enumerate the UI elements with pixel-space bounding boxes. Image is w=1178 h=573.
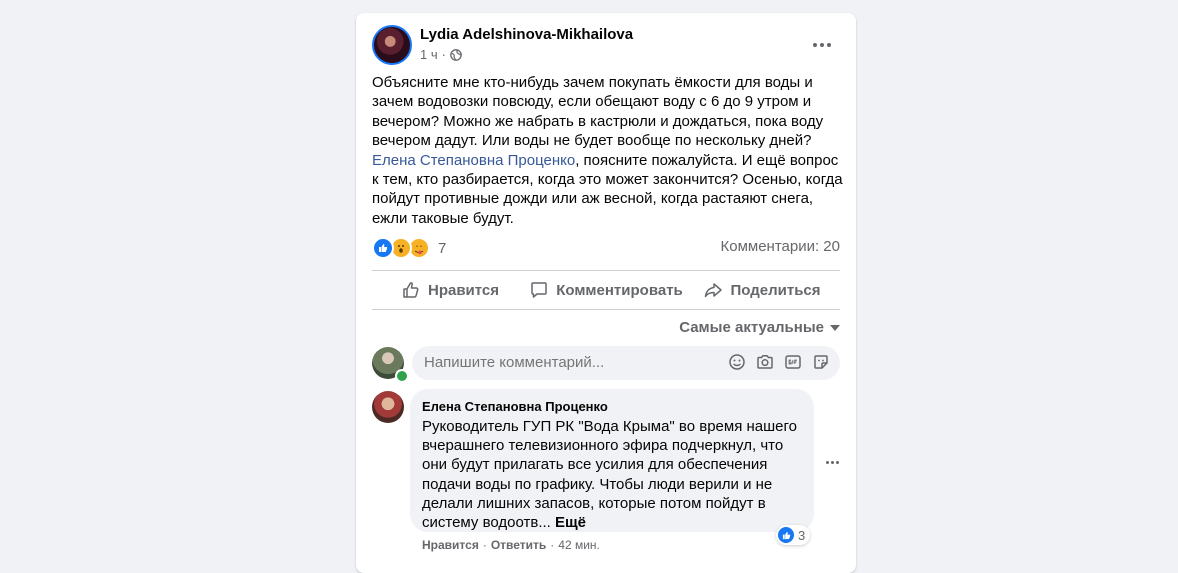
composer-tools <box>728 353 830 371</box>
sticker-icon[interactable] <box>812 353 830 371</box>
comments-count-link[interactable]: Комментарии: 20 <box>721 238 841 255</box>
dot <box>836 460 839 464</box>
reaction-count: 7 <box>438 239 447 257</box>
separator-dot: · <box>441 47 446 62</box>
comment-like-link[interactable]: Нравится <box>422 538 479 552</box>
separator-dot: · <box>550 538 555 552</box>
comment-sort-dropdown[interactable]: Самые актуальные <box>679 319 840 336</box>
divider <box>372 270 840 271</box>
mention-link[interactable]: Елена Степановна Проценко <box>372 152 575 169</box>
comment-more-icon[interactable] <box>826 458 846 466</box>
online-status-indicator <box>395 369 409 383</box>
comment-author-name[interactable]: Елена Степановна Проценко <box>422 399 608 414</box>
comment-bubble: Елена Степановна Проценко Руководитель Г… <box>410 389 814 532</box>
post-actions: Нравится Комментировать Поделиться <box>372 272 840 308</box>
dot <box>820 43 824 47</box>
sort-label: Самые актуальные <box>679 319 824 336</box>
dot <box>826 460 829 464</box>
like-button[interactable]: Нравится <box>372 272 528 308</box>
comment-reaction-summary[interactable]: 3 <box>776 525 811 545</box>
comment-text: Руководитель ГУП РК "Вода Крыма" во врем… <box>422 417 802 532</box>
comment-input[interactable] <box>424 354 704 371</box>
comment-button-label: Комментировать <box>556 281 683 299</box>
comment-footer: Нравится · Ответить · 42 мин. <box>422 538 600 552</box>
like-icon <box>372 237 394 259</box>
like-icon <box>778 527 794 543</box>
share-button[interactable]: Поделиться <box>684 272 840 308</box>
dot <box>827 43 831 47</box>
post-text-part1: Объясните мне кто-нибудь зачем покупать … <box>372 74 824 150</box>
camera-icon[interactable] <box>756 353 774 371</box>
thumbs-up-icon <box>403 282 419 298</box>
comment-button[interactable]: Комментировать <box>528 272 684 308</box>
divider <box>372 309 840 310</box>
separator-dot: · <box>482 538 487 552</box>
more-horizontal-icon[interactable] <box>804 35 840 55</box>
post-timestamp[interactable]: 1 ч <box>420 47 438 62</box>
comment-timestamp[interactable]: 42 мин. <box>558 538 600 552</box>
author-avatar[interactable] <box>372 25 412 65</box>
comment-body: Руководитель ГУП РК "Вода Крыма" во врем… <box>422 418 797 532</box>
reaction-summary[interactable]: 7 <box>372 237 446 259</box>
gif-icon[interactable] <box>784 353 802 371</box>
post-stats: 7 Комментарии: 20 <box>372 235 840 259</box>
comment-icon <box>531 282 547 298</box>
post-meta: 1 ч · <box>420 47 462 62</box>
caret-down-icon <box>830 324 840 331</box>
share-icon <box>705 283 723 298</box>
share-button-label: Поделиться <box>730 281 821 299</box>
comment-composer[interactable] <box>412 346 840 380</box>
commenter-avatar[interactable] <box>372 391 404 423</box>
post-header: Lydia Adelshinova-Mikhailova 1 ч · <box>372 25 842 67</box>
see-more-link[interactable]: Ещё <box>555 514 586 531</box>
like-button-label: Нравится <box>427 281 500 299</box>
globe-icon[interactable] <box>450 48 462 61</box>
dot <box>831 460 834 464</box>
comment-reply-link[interactable]: Ответить <box>491 538 546 552</box>
dot <box>813 43 817 47</box>
emoji-icon[interactable] <box>728 353 746 371</box>
post-author-name[interactable]: Lydia Adelshinova-Mikhailova <box>420 26 633 43</box>
comment-reaction-count: 3 <box>798 527 806 543</box>
post-card: Lydia Adelshinova-Mikhailova 1 ч · Объяс… <box>356 13 856 573</box>
post-text: Объясните мне кто-нибудь зачем покупать … <box>372 73 846 228</box>
